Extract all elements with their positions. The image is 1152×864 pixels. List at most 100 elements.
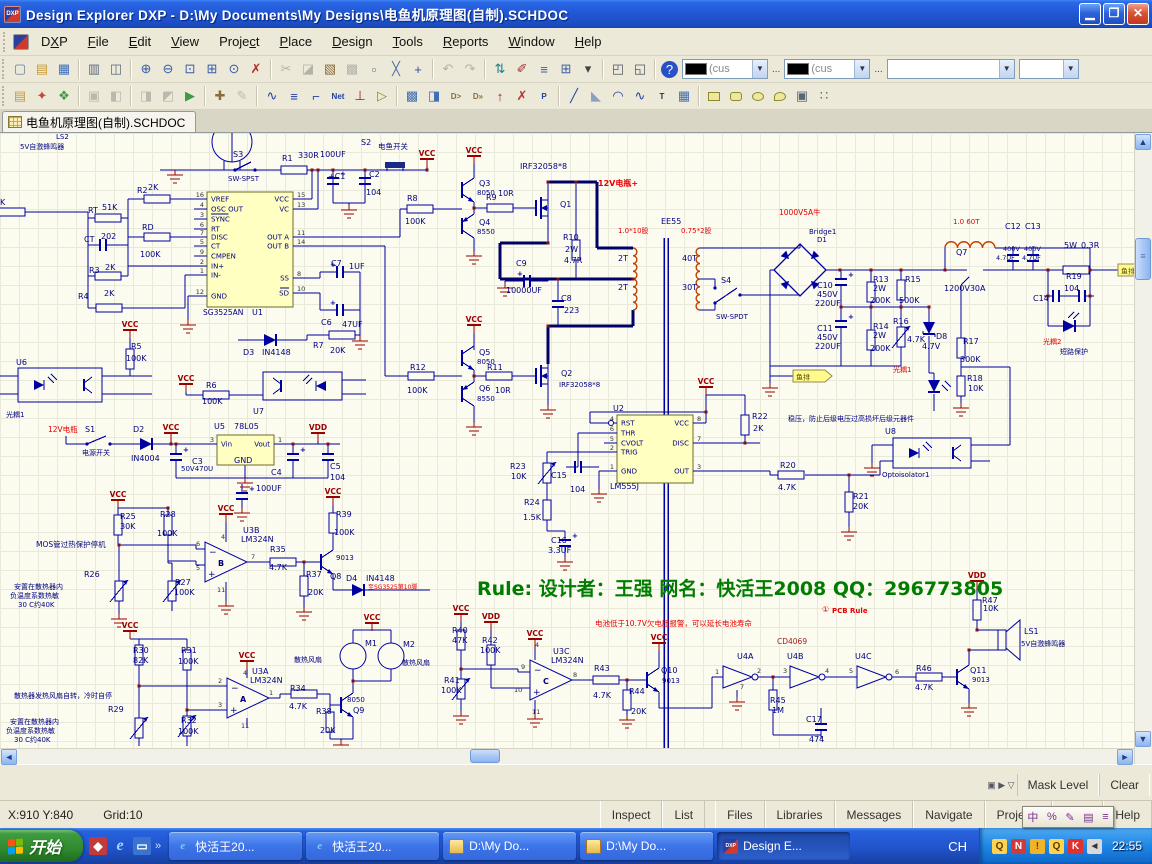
sort-icon[interactable]: ⇅ — [490, 59, 511, 80]
taskbar-button[interactable]: D:\My Do... — [443, 832, 576, 860]
variant-dropdown[interactable]: ▼ — [1019, 59, 1079, 79]
menu-edit[interactable]: Edit — [119, 31, 161, 52]
panel-button-libraries[interactable]: Libraries — [765, 801, 835, 828]
open-icon[interactable]: ▤ — [32, 59, 53, 80]
dropdown-arrow-icon[interactable]: ▼ — [1063, 60, 1078, 78]
increment-icon[interactable]: ≡ — [534, 59, 555, 80]
menu-help[interactable]: Help — [565, 31, 612, 52]
qq2-tray-icon[interactable]: Q — [1049, 839, 1064, 854]
volume-tray-icon[interactable]: ◄ — [1087, 839, 1102, 854]
menu-view[interactable]: View — [161, 31, 209, 52]
show-desktop-icon[interactable]: ▭ — [133, 837, 151, 855]
bus-entry-icon[interactable]: ⌐ — [306, 86, 327, 107]
parameter-icon[interactable]: P — [534, 86, 555, 107]
paste-icon[interactable]: ▧ — [320, 59, 341, 80]
ellipse-icon[interactable] — [748, 86, 769, 107]
toolbar-grip[interactable] — [3, 32, 8, 52]
start-button[interactable]: 开始 — [0, 830, 83, 862]
zoom-out-icon[interactable]: ⊖ — [158, 59, 179, 80]
panel-button-navigate[interactable]: Navigate — [913, 801, 984, 828]
zoom-in-icon[interactable]: ⊕ — [136, 59, 157, 80]
select-area-icon[interactable]: ▫ — [364, 59, 385, 80]
arc-icon[interactable]: ◠ — [608, 86, 629, 107]
bus-icon[interactable]: ≡ — [284, 86, 305, 107]
ime-icon[interactable]: ✎ — [1065, 811, 1074, 824]
menu-file[interactable]: File — [78, 31, 119, 52]
zoom-document-icon[interactable]: ⊞ — [202, 59, 223, 80]
offsheet-icon[interactable]: D» — [468, 86, 489, 107]
security-shield-tray-icon[interactable]: ! — [1030, 839, 1045, 854]
save-icon[interactable]: ▦ — [54, 59, 75, 80]
horizontal-scrollbar-thumb[interactable] — [470, 749, 500, 763]
ime-icon[interactable]: ▤ — [1083, 811, 1093, 824]
clear-filter-icon[interactable]: ✗ — [246, 59, 267, 80]
bezier-icon[interactable]: ∿ — [630, 86, 651, 107]
graphic-image-icon[interactable]: ▣ — [792, 86, 813, 107]
rectangle-icon[interactable] — [704, 86, 725, 107]
no-erc-icon[interactable]: ✗ — [512, 86, 533, 107]
print-icon[interactable]: ▥ — [84, 59, 105, 80]
more-button[interactable]: ... — [770, 64, 782, 75]
grid-dropdown-icon[interactable]: ▾ — [578, 59, 599, 80]
text-frame-icon[interactable]: ▦ — [674, 86, 695, 107]
zoom-area-icon[interactable]: ⊡ — [180, 59, 201, 80]
help-icon[interactable]: ? — [661, 61, 678, 78]
clear-button[interactable]: Clear — [1099, 774, 1150, 796]
panel-button-list[interactable]: List — [662, 801, 705, 828]
deselect-icon[interactable]: ╳ — [386, 59, 407, 80]
taskbar-button[interactable]: DXPDesign E... — [717, 832, 850, 860]
scroll-down-button[interactable]: ▼ — [1135, 731, 1151, 747]
ie-quicklaunch-icon[interactable]: e — [111, 837, 129, 855]
new-icon[interactable]: ▢ — [10, 59, 31, 80]
quick-launch-chevron[interactable]: » — [155, 840, 161, 852]
browse-library-icon[interactable]: ◰ — [608, 59, 629, 80]
taskbar-button[interactable]: D:\My Do... — [580, 832, 713, 860]
open-project-icon[interactable]: ✦ — [32, 86, 53, 107]
ime-icon[interactable]: 中 — [1027, 809, 1038, 825]
print-preview-icon[interactable]: ◫ — [106, 59, 127, 80]
maximize-button[interactable]: ❐ — [1103, 3, 1125, 25]
pie-icon[interactable] — [770, 86, 791, 107]
kaspersky-tray-icon[interactable]: K — [1068, 839, 1083, 854]
sheet-symbol-icon[interactable]: ▩ — [402, 86, 423, 107]
save-all-icon[interactable]: ❖ — [54, 86, 75, 107]
netmanager-quicklaunch-icon[interactable]: ◆ — [89, 837, 107, 855]
more-button[interactable]: ... — [872, 64, 884, 75]
mask-level-button[interactable]: Mask Level — [1017, 774, 1100, 796]
line-color-combo[interactable]: (cus▼ — [682, 59, 768, 79]
menu-reports[interactable]: Reports — [433, 31, 499, 52]
toolbar-grip[interactable] — [2, 86, 7, 106]
grid-icon[interactable]: ⊞ — [556, 59, 577, 80]
add-part-icon[interactable]: ✚ — [210, 86, 231, 107]
wire-icon[interactable]: ∿ — [262, 86, 283, 107]
panel-button-files[interactable]: Files — [715, 801, 764, 828]
qq-tray-icon[interactable]: Q — [992, 839, 1007, 854]
scroll-right-button[interactable]: ► — [1117, 749, 1133, 765]
sheet-entry-icon[interactable]: ◨ — [424, 86, 445, 107]
toolbar-grip[interactable] — [2, 59, 7, 79]
wizard-icon[interactable]: ✐ — [512, 59, 533, 80]
menu-dxp[interactable]: DXP — [31, 31, 78, 52]
menu-tools[interactable]: Tools — [383, 31, 433, 52]
scroll-up-button[interactable]: ▲ — [1135, 134, 1151, 150]
array-paste-icon[interactable]: ∷ — [814, 86, 835, 107]
horizontal-scrollbar[interactable] — [0, 748, 1134, 764]
dxp-menu-icon[interactable] — [13, 34, 29, 50]
close-button[interactable]: ✕ — [1127, 3, 1149, 25]
power-port-icon[interactable]: ⊥ — [350, 86, 371, 107]
round-rectangle-icon[interactable] — [726, 86, 747, 107]
panel-button-inspect[interactable]: Inspect — [600, 801, 663, 828]
zoom-selection-icon[interactable]: ⊙ — [224, 59, 245, 80]
port-place-icon[interactable]: D> — [446, 86, 467, 107]
doc-dropdown[interactable]: ▼ — [887, 59, 1015, 79]
vertical-scrollbar[interactable] — [1134, 133, 1152, 764]
taskbar-button[interactable]: e快活王20... — [169, 832, 302, 860]
line-icon[interactable]: ╱ — [564, 86, 585, 107]
scroll-left-button[interactable]: ◄ — [1, 749, 17, 765]
menu-design[interactable]: Design — [322, 31, 382, 52]
netmanager-tray-icon[interactable]: N — [1011, 839, 1026, 854]
ime-language-bar[interactable]: 中%✎▤≡ — [1022, 806, 1114, 828]
vertical-scrollbar-thumb[interactable] — [1135, 238, 1151, 280]
menu-place[interactable]: Place — [270, 31, 323, 52]
move-icon[interactable]: + — [408, 59, 429, 80]
